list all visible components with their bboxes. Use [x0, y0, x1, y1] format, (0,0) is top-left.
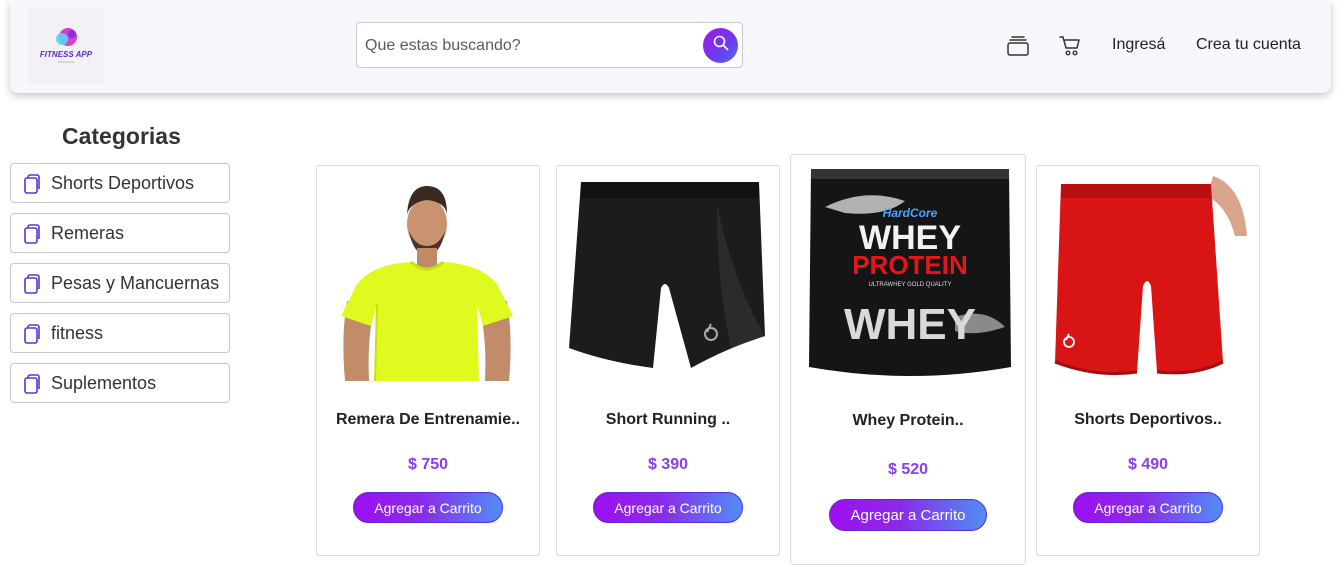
copy-icon: [23, 374, 41, 394]
product-price: $ 520: [887, 461, 929, 478]
product-card[interactable]: Shorts Deportivos.. $ 490 Agregar a Carr…: [1036, 165, 1260, 556]
category-label: Remeras: [51, 223, 125, 243]
product-image[interactable]: [327, 176, 527, 381]
search-button[interactable]: [703, 28, 738, 63]
whey-brand-text: HardCore: [883, 206, 938, 220]
product-image[interactable]: [1047, 176, 1247, 381]
copy-icon: [23, 174, 41, 194]
categories-title: Categorias: [62, 123, 181, 149]
product-name[interactable]: Short Running ..: [557, 411, 779, 429]
product-name[interactable]: Remera De Entrenamie..: [317, 411, 539, 429]
category-item[interactable]: Suplementos: [10, 363, 230, 403]
product-price: $ 490: [1127, 456, 1169, 473]
add-to-cart-button[interactable]: Agregar a Carrito: [829, 499, 987, 531]
whey-line3-text: WHEY: [844, 300, 976, 349]
copy-icon: [23, 324, 41, 344]
product-name[interactable]: Whey Protein..: [791, 412, 1025, 430]
add-to-cart-button[interactable]: Agregar a Carrito: [593, 492, 743, 523]
copy-icon: [23, 274, 41, 294]
category-item[interactable]: Shorts Deportivos: [10, 163, 230, 203]
product-image[interactable]: [567, 176, 767, 381]
stack-icon[interactable]: [1006, 34, 1030, 58]
add-to-cart-button[interactable]: Agregar a Carrito: [353, 492, 503, 523]
whey-line2-text: PROTEIN: [852, 250, 968, 280]
product-price: $ 390: [647, 456, 689, 473]
add-to-cart-button[interactable]: Agregar a Carrito: [1073, 492, 1223, 523]
cart-icon[interactable]: [1058, 34, 1082, 58]
svg-text:FITNESS APP: FITNESS APP: [40, 50, 93, 59]
product-card[interactable]: Remera De Entrenamie.. $ 750 Agregar a C…: [316, 165, 540, 556]
category-label: Pesas y Mancuernas: [51, 273, 220, 293]
product-card[interactable]: Short Running .. $ 390 Agregar a Carrito: [556, 165, 780, 556]
category-label: Suplementos: [51, 373, 157, 393]
category-item[interactable]: Remeras: [10, 213, 230, 253]
category-label: Shorts Deportivos: [51, 173, 195, 193]
category-item[interactable]: fitness: [10, 313, 230, 353]
product-image[interactable]: HardCore WHEY PROTEIN ULTRAWHEY GOLD QUA…: [805, 167, 1015, 381]
category-item[interactable]: Pesas y Mancuernas: [10, 263, 230, 303]
header: FITNESS APP Ingresá Crea tu cuenta: [10, 0, 1331, 93]
copy-icon: [23, 224, 41, 244]
fitness-app-logo[interactable]: FITNESS APP: [28, 8, 104, 84]
whey-tagline-text: ULTRAWHEY GOLD QUALITY: [869, 282, 952, 288]
product-card[interactable]: HardCore WHEY PROTEIN ULTRAWHEY GOLD QUA…: [790, 154, 1026, 565]
search-icon: [713, 35, 729, 56]
product-name[interactable]: Shorts Deportivos..: [1037, 411, 1259, 429]
search-input[interactable]: [365, 34, 695, 58]
category-label: fitness: [51, 323, 104, 343]
signup-link[interactable]: Crea tu cuenta: [1196, 36, 1301, 54]
search-bar: [356, 22, 743, 68]
login-link[interactable]: Ingresá: [1112, 36, 1165, 54]
product-price: $ 750: [407, 456, 449, 473]
